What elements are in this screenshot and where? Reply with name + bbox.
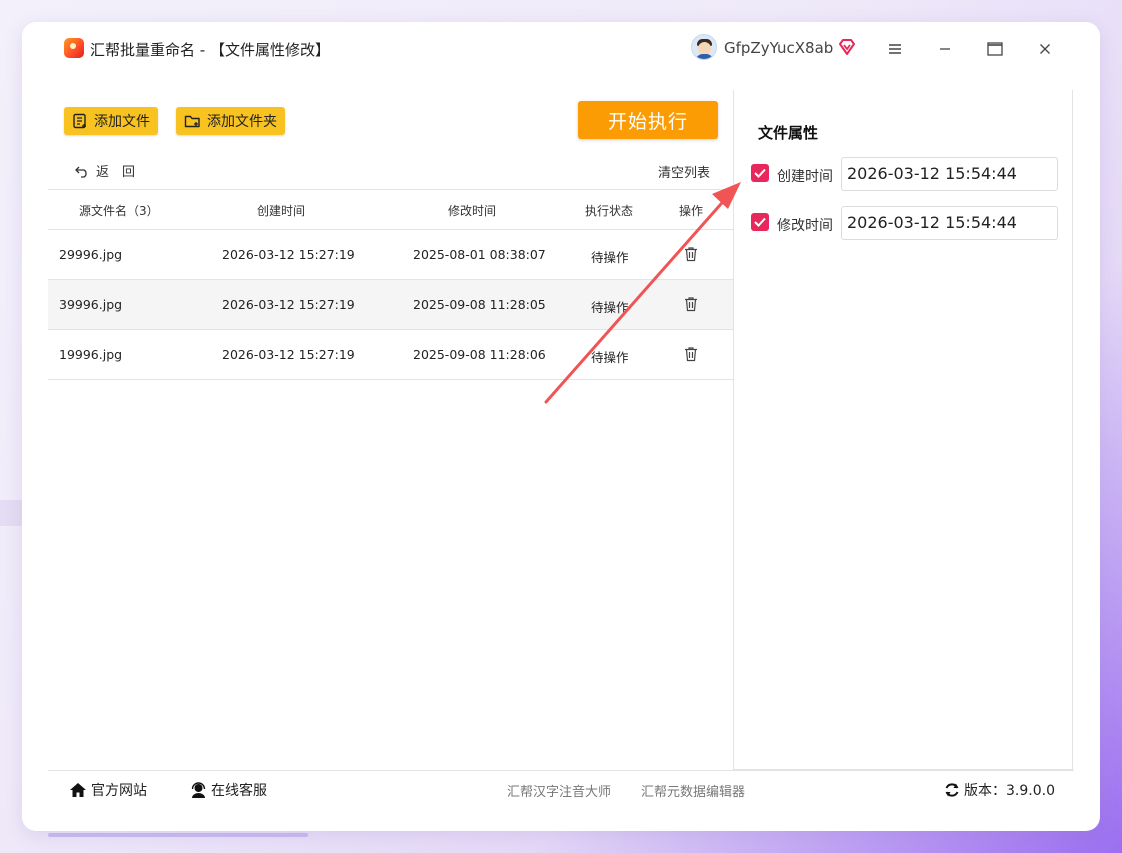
header-modified: 修改时间 [448, 204, 497, 218]
maximize-icon[interactable] [984, 38, 1006, 60]
modify-time-label: 修改时间 [777, 218, 833, 234]
table-row[interactable]: 19996.jpg 2026-03-12 15:27:19 2025-09-08… [48, 330, 734, 380]
modify-time-checkbox[interactable] [751, 213, 769, 231]
attribute-panel [733, 90, 1073, 770]
username[interactable]: GfpZyYucX8ab [724, 39, 833, 57]
refresh-icon [945, 783, 959, 797]
background-bar [48, 833, 308, 837]
version-info[interactable]: 版本：3.9.0.0 [944, 780, 1055, 800]
modify-time-row: 修改时间 2026-03-12 15:54:44 [750, 206, 1060, 240]
add-folder-icon [184, 115, 200, 128]
close-icon[interactable] [1034, 38, 1056, 60]
home-icon [70, 783, 86, 797]
trash-icon[interactable] [684, 296, 698, 312]
app-title: 汇帮批量重命名 - 【文件属性修改】 [90, 41, 330, 59]
avatar-icon[interactable] [691, 34, 717, 60]
header-name: 源文件名（3） [79, 204, 159, 218]
footer-link-metadata[interactable]: 汇帮元数据编辑器 [641, 781, 745, 800]
create-time-row: 创建时间 2026-03-12 15:54:44 [750, 157, 1060, 191]
back-label: 返 回 [96, 165, 136, 180]
title-bar: 汇帮批量重命名 - 【文件属性修改】 GfpZyYucX8ab [62, 32, 1072, 68]
add-file-button[interactable]: 添加文件 [64, 107, 158, 135]
footer-link-pinyin[interactable]: 汇帮汉字注音大师 [507, 781, 611, 800]
website-label: 官方网站 [91, 783, 147, 799]
back-button[interactable]: 返 回 [74, 161, 135, 180]
website-link[interactable]: 官方网站 [69, 780, 147, 800]
app-logo-icon [64, 38, 84, 58]
cell-name: 19996.jpg [59, 347, 123, 362]
support-link[interactable]: 在线客服 [190, 780, 267, 800]
table-header: 源文件名（3） 创建时间 修改时间 执行状态 操作 [48, 189, 734, 230]
add-folder-button[interactable]: 添加文件夹 [176, 107, 285, 135]
trash-icon[interactable] [684, 346, 698, 362]
vip-diamond-icon[interactable] [837, 37, 857, 57]
file-table: 源文件名（3） 创建时间 修改时间 执行状态 操作 29996.jpg 2026… [48, 189, 734, 380]
create-time-input[interactable]: 2026-03-12 15:54:44 [841, 157, 1058, 191]
start-button[interactable]: 开始执行 [578, 101, 718, 139]
cell-name: 39996.jpg [59, 297, 123, 312]
cell-modified: 2025-09-08 11:28:06 [413, 347, 546, 362]
trash-icon[interactable] [684, 246, 698, 262]
cell-status: 待操作 [591, 250, 629, 265]
footer: 官方网站 在线客服 汇帮汉字注音大师 汇帮元数据编辑器 版本：3.9.0.0 [48, 770, 1074, 806]
panel-title: 文件属性 [758, 124, 819, 142]
cell-created: 2026-03-12 15:27:19 [222, 247, 355, 262]
modify-time-input[interactable]: 2026-03-12 15:54:44 [841, 206, 1058, 240]
cell-status: 待操作 [591, 350, 629, 365]
version-label: 版本：3.9.0.0 [964, 783, 1055, 799]
table-row[interactable]: 29996.jpg 2026-03-12 15:27:19 2025-08-01… [48, 230, 734, 280]
menu-icon[interactable] [884, 38, 906, 60]
checkbox-checked-icon [754, 168, 766, 178]
cell-modified: 2025-09-08 11:28:05 [413, 297, 546, 312]
cell-status: 待操作 [591, 300, 629, 315]
support-label: 在线客服 [211, 783, 267, 799]
cell-created: 2026-03-12 15:27:19 [222, 297, 355, 312]
header-action: 操作 [679, 204, 704, 218]
table-row[interactable]: 39996.jpg 2026-03-12 15:27:19 2025-09-08… [48, 280, 734, 330]
cell-modified: 2025-08-01 08:38:07 [413, 247, 546, 262]
checkbox-checked-icon [754, 217, 766, 227]
headset-icon [191, 781, 206, 798]
create-time-label: 创建时间 [777, 169, 833, 185]
header-created: 创建时间 [257, 204, 306, 218]
add-folder-label: 添加文件夹 [207, 114, 277, 130]
add-file-icon [73, 113, 86, 129]
cell-name: 29996.jpg [59, 247, 123, 262]
minimize-icon[interactable] [934, 38, 956, 60]
header-status: 执行状态 [585, 204, 634, 218]
create-time-checkbox[interactable] [751, 164, 769, 182]
add-file-label: 添加文件 [94, 114, 150, 130]
clear-list-button[interactable]: 清空列表 [658, 162, 710, 181]
back-arrow-icon [75, 166, 87, 178]
cell-created: 2026-03-12 15:27:19 [222, 347, 355, 362]
